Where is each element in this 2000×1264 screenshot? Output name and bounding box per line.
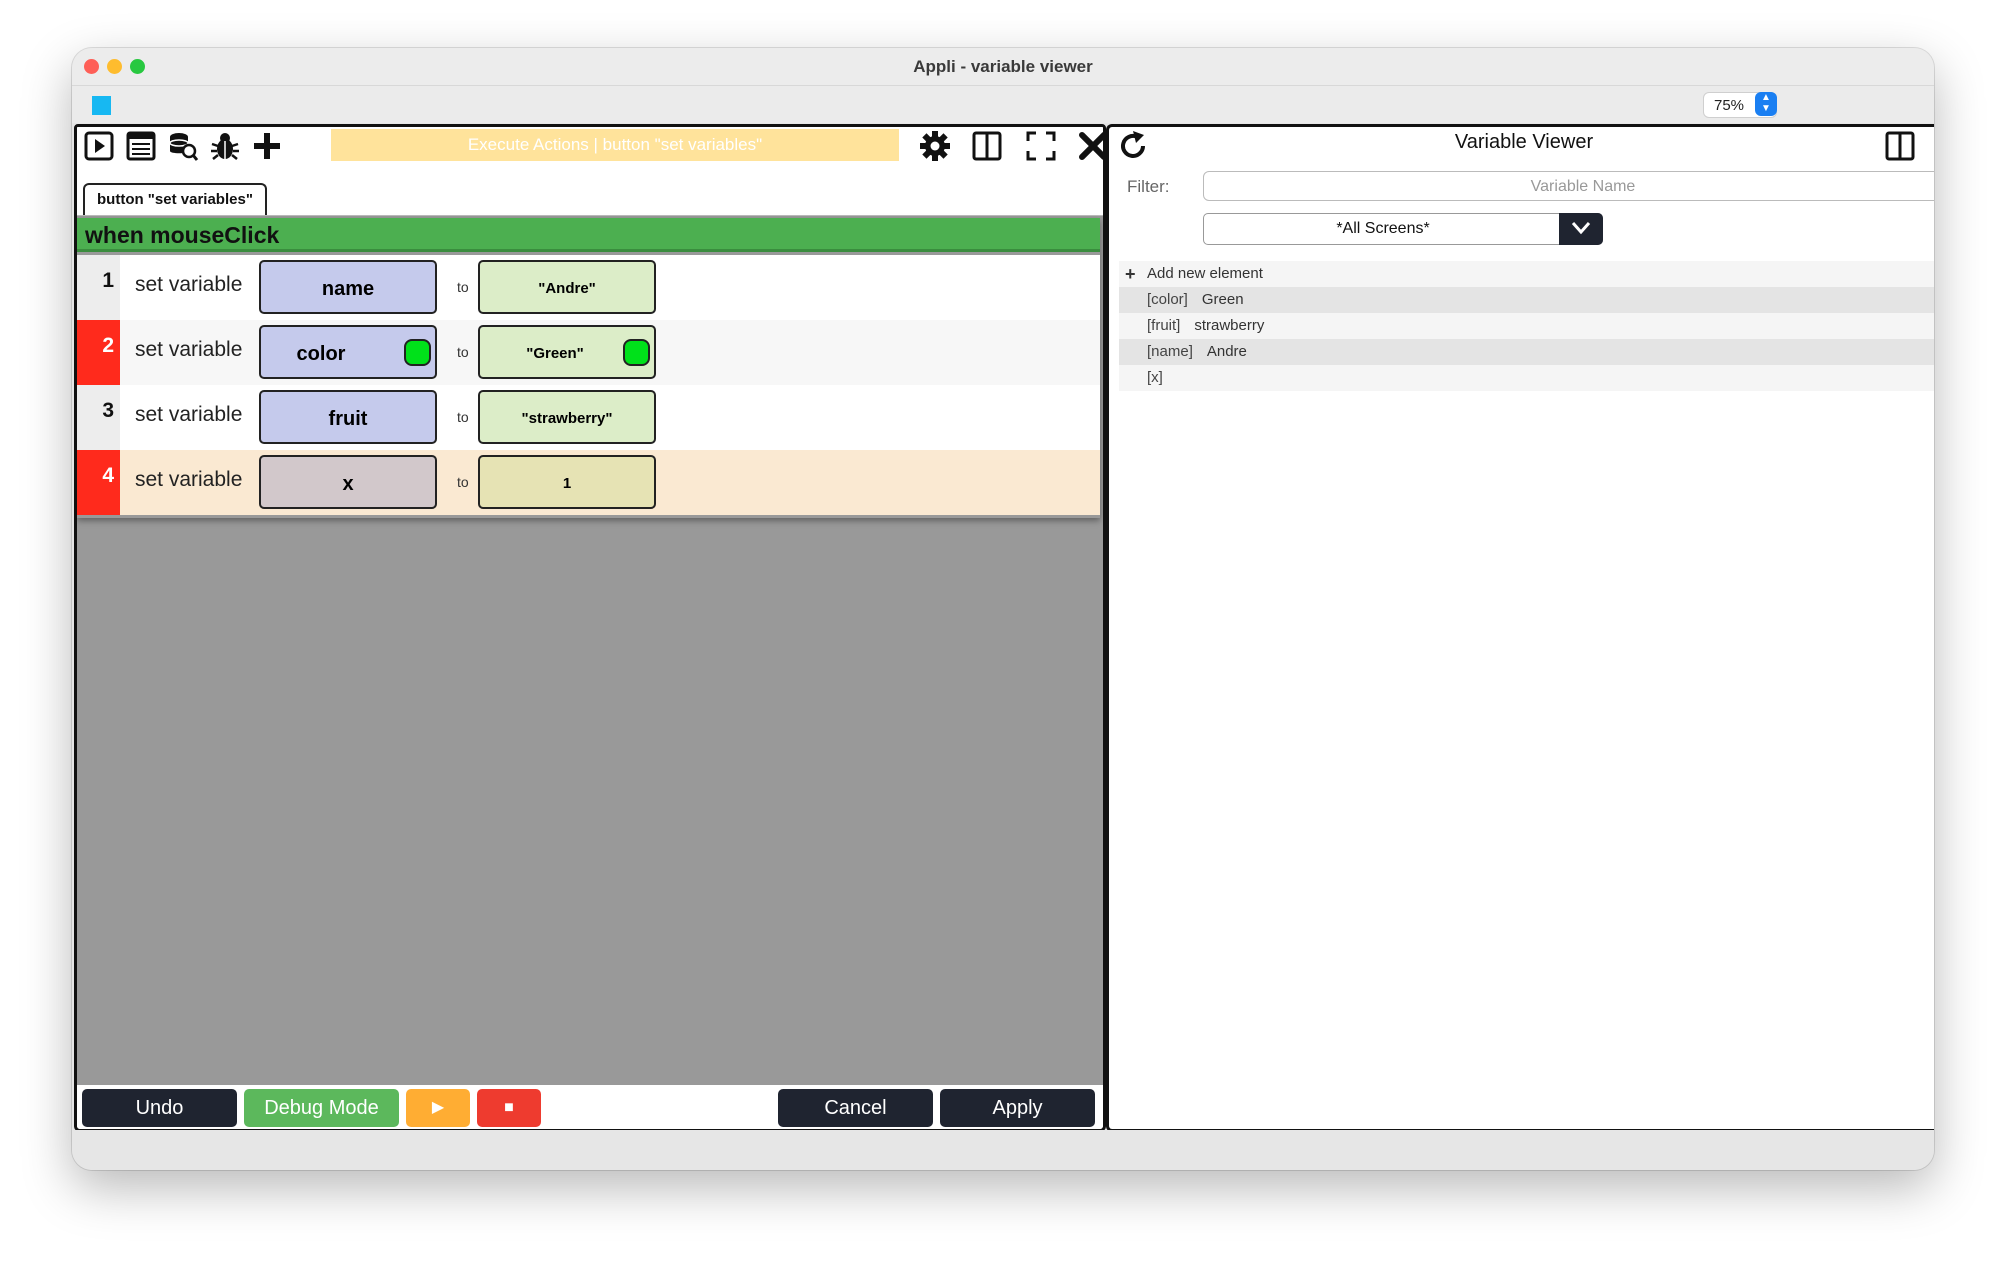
- value-pill[interactable]: 1: [478, 455, 656, 509]
- editor-bottom-bar: Undo Debug Mode ▶ ■ Cancel Apply: [77, 1085, 1103, 1129]
- undo-button[interactable]: Undo: [82, 1089, 237, 1127]
- play-button[interactable]: ▶: [406, 1089, 470, 1127]
- to-label: to: [457, 474, 469, 490]
- chevron-down-icon: [1559, 213, 1603, 245]
- action-row[interactable]: 3 set variable fruit to "strawberry": [77, 385, 1100, 450]
- zoom-select[interactable]: 75% ▲ ▼: [1703, 92, 1777, 118]
- to-label: to: [457, 409, 469, 425]
- plus-icon[interactable]: [251, 130, 283, 162]
- action-label: set variable: [135, 273, 243, 296]
- variable-list: + Add new element [color] Green [fruit] st…: [1119, 261, 1934, 391]
- variable-name-pill[interactable]: fruit: [259, 390, 437, 444]
- viewer-title: Variable Viewer: [1454, 131, 1594, 153]
- list-view-icon[interactable]: [125, 130, 157, 162]
- value-pill[interactable]: "strawberry": [478, 390, 656, 444]
- value-pill[interactable]: "Andre": [478, 260, 656, 314]
- app-icon: [92, 96, 111, 115]
- row-number: 1: [77, 255, 120, 320]
- list-item[interactable]: [color] Green: [1119, 287, 1934, 313]
- add-new-element-label: Add new element: [1147, 265, 1263, 282]
- split-view-icon[interactable]: [1884, 130, 1916, 162]
- zoom-value: 75%: [1714, 97, 1745, 114]
- action-row[interactable]: 2 set variable color to "Green": [77, 320, 1100, 385]
- variable-name-pill[interactable]: x: [259, 455, 437, 509]
- database-search-icon[interactable]: [167, 130, 199, 162]
- script-workspace: when mouseClick 1 set variable name to "…: [77, 215, 1103, 1086]
- window-title: Appli - variable viewer: [913, 57, 1093, 76]
- to-label: to: [457, 279, 469, 295]
- variable-name-pill[interactable]: name: [259, 260, 437, 314]
- cancel-button[interactable]: Cancel: [778, 1089, 933, 1127]
- action-row[interactable]: 4 set variable x to 1: [77, 450, 1100, 515]
- color-swatch: [404, 339, 431, 366]
- list-item[interactable]: [name] Andre: [1119, 339, 1934, 365]
- apply-button[interactable]: Apply: [940, 1089, 1095, 1127]
- filter-label: Filter:: [1127, 177, 1170, 196]
- list-item[interactable]: [fruit] strawberry: [1119, 313, 1934, 339]
- app-bar: 75% ▲ ▼: [72, 85, 1934, 123]
- variable-value: strawberry: [1194, 317, 1265, 334]
- variable-name-filter-input[interactable]: Variable Name: [1203, 171, 1934, 201]
- fullscreen-icon[interactable]: [1025, 130, 1057, 162]
- event-block: when mouseClick 1 set variable name to "…: [77, 218, 1100, 518]
- action-label: set variable: [135, 338, 243, 361]
- variable-viewer-panel: Variable Viewer Filter: Variable Name *A…: [1106, 124, 1934, 1132]
- event-header: when mouseClick: [77, 218, 1100, 252]
- toolbar-banner: Execute Actions | button "set variables": [331, 129, 899, 161]
- to-label: to: [457, 344, 469, 360]
- variable-name-pill[interactable]: color: [259, 325, 437, 379]
- play-screen-icon[interactable]: [83, 130, 115, 162]
- status-bar: [72, 1130, 1934, 1170]
- bug-icon[interactable]: [209, 130, 241, 162]
- plus-icon: +: [1125, 264, 1136, 284]
- variable-key: [x]: [1147, 369, 1163, 386]
- row-number: 2: [77, 320, 120, 385]
- variable-value: Andre: [1206, 343, 1247, 360]
- gear-icon[interactable]: [919, 130, 951, 162]
- add-new-element-button[interactable]: + Add new element: [1119, 261, 1934, 287]
- row-number: 4: [77, 450, 120, 515]
- variable-key: [fruit]: [1147, 317, 1181, 334]
- action-row[interactable]: 1 set variable name to "Andre": [77, 255, 1100, 320]
- debug-mode-button[interactable]: Debug Mode: [244, 1089, 399, 1127]
- list-item[interactable]: [x]: [1119, 365, 1934, 391]
- variable-key: [name]: [1147, 343, 1193, 360]
- title-bar: Appli - variable viewer: [72, 48, 1934, 85]
- tab-button-set-variables[interactable]: button "set variables": [83, 183, 267, 215]
- editor-toolbar: Execute Actions | button "set variables": [77, 127, 1103, 167]
- value-text: "Green": [526, 345, 584, 362]
- close-icon[interactable]: [1077, 130, 1103, 162]
- app-window: Appli - variable viewer 75% ▲ ▼ Execute …: [72, 48, 1934, 1170]
- split-view-icon[interactable]: [971, 130, 1003, 162]
- screens-dropdown[interactable]: *All Screens*: [1203, 213, 1603, 245]
- variable-key: [color]: [1147, 291, 1188, 308]
- row-number: 3: [77, 385, 120, 450]
- stop-button[interactable]: ■: [477, 1089, 541, 1127]
- updown-arrows-icon: ▲ ▼: [1755, 92, 1777, 116]
- variable-name: color: [296, 343, 346, 365]
- action-editor-panel: Execute Actions | button "set variables"…: [74, 124, 1106, 1132]
- color-swatch: [623, 339, 650, 366]
- screens-value: *All Screens*: [1336, 220, 1430, 237]
- variable-value: Green: [1201, 291, 1244, 308]
- action-label: set variable: [135, 403, 243, 426]
- action-label: set variable: [135, 468, 243, 491]
- value-pill[interactable]: "Green": [478, 325, 656, 379]
